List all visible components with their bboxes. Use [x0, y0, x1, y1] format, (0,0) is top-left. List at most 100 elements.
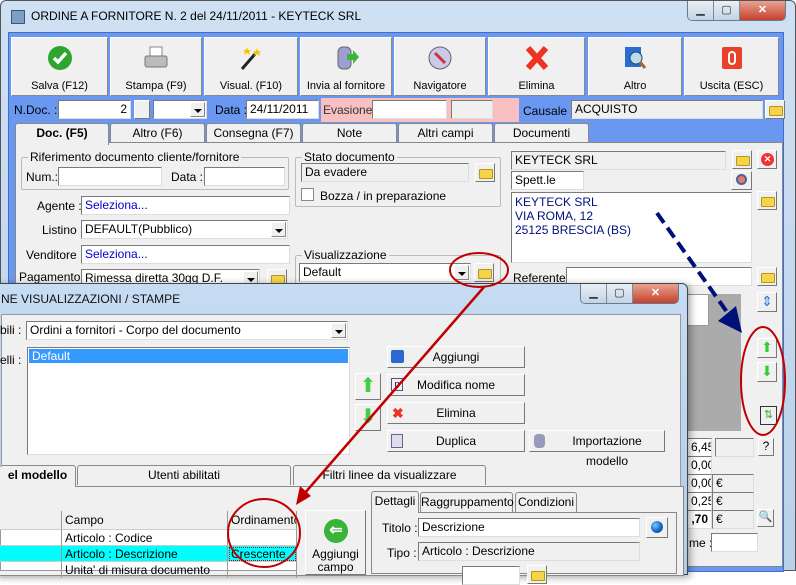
currency-3: € — [712, 474, 754, 493]
agente-input[interactable]: Seleziona... — [81, 196, 290, 215]
add-icon — [391, 350, 404, 363]
total-2: 0,00 — [687, 456, 712, 475]
date-input[interactable]: 24/11/2011 — [246, 100, 319, 119]
currency-5: € — [712, 510, 754, 529]
duplica-button[interactable]: Duplica — [387, 430, 525, 452]
close-button[interactable]: ✕ — [740, 1, 785, 20]
check-icon — [47, 46, 72, 70]
send-to-supplier-button[interactable]: Invia al fornitore — [300, 37, 392, 96]
navigator-button[interactable]: Navigatore — [394, 37, 486, 96]
stato-folder-icon[interactable] — [475, 163, 495, 182]
importazione-button[interactable]: Importazione modello — [529, 430, 665, 468]
elimina-modello-button[interactable]: ✖ Elimina — [387, 402, 525, 424]
tab-condizioni[interactable]: Condizioni — [515, 492, 577, 512]
move-up-button[interactable]: ⬆ — [757, 338, 777, 358]
duplicate-icon — [391, 434, 403, 448]
grid-cell-campo-selected[interactable]: Articolo : Descrizione — [62, 546, 228, 562]
tab-raggruppamento[interactable]: Raggruppamento — [420, 492, 514, 512]
modello-down-button[interactable]: ⬇ — [355, 404, 381, 431]
reorder-button[interactable]: ⇕ — [757, 292, 777, 312]
evasione-input[interactable] — [372, 100, 447, 119]
grid-cell-campo[interactable]: Unita' di misura documento — [62, 562, 228, 578]
tipo-select[interactable]: Ordini a fornitori - Corpo del documento — [26, 321, 348, 340]
print-button[interactable]: Stampa (F9) — [110, 37, 202, 96]
grid-cell-ordinamento[interactable] — [228, 562, 297, 578]
ndoc-series-select[interactable] — [153, 100, 207, 119]
listino-select[interactable]: DEFAULT(Pubblico) — [81, 220, 288, 239]
dialog-maximize-button[interactable]: ▢ — [607, 284, 633, 303]
tab-doc[interactable]: Doc. (F5) — [15, 123, 109, 145]
ndoc-input[interactable]: 2 — [58, 100, 131, 119]
grid-header-campo[interactable]: Campo — [62, 511, 228, 530]
listino-label: Listino : — [42, 223, 84, 237]
view-button[interactable]: Visual. (F10) — [204, 37, 298, 96]
move-down-button[interactable]: ⬇ — [757, 362, 777, 382]
chevron-down-icon — [271, 222, 286, 237]
fornitore-clear-button[interactable]: ✕ — [757, 150, 777, 169]
grid-cell-ordinamento[interactable] — [228, 530, 297, 546]
address-box[interactable]: KEYTECK SRL VIA ROMA, 12 25125 BRESCIA (… — [511, 192, 752, 263]
tab-note[interactable]: Note — [302, 123, 397, 143]
window-controls: ▁ ▢ ✕ — [687, 1, 786, 21]
minimize-button[interactable]: ▁ — [688, 1, 714, 20]
referente-folder-icon[interactable] — [757, 267, 777, 286]
dialog-close-button[interactable]: ✕ — [633, 284, 678, 303]
visualizzazione-folder-icon[interactable] — [474, 263, 494, 282]
dialog-minimize-button[interactable]: ▁ — [581, 284, 607, 303]
bozza-checkbox[interactable] — [301, 188, 314, 201]
aggiungi-button[interactable]: Aggiungi — [387, 346, 525, 368]
partial-input[interactable] — [462, 566, 520, 585]
help-button[interactable]: ? — [758, 438, 774, 456]
rif-data-input[interactable] — [204, 167, 285, 186]
modifica-nome-button[interactable]: n Modifica nome — [387, 374, 525, 396]
save-button[interactable]: Salva (F12) — [11, 37, 108, 96]
visualizzazione-select[interactable]: Default — [299, 263, 471, 282]
grid-header-ordinamento[interactable]: Ordinamento — [228, 511, 297, 530]
tab-altri-campi[interactable]: Altri campi — [398, 123, 493, 143]
chevron-down-icon — [190, 102, 205, 117]
other-button[interactable]: Altro — [588, 37, 682, 96]
causale-label: Causale : — [523, 104, 574, 118]
data-label: Data : — [215, 103, 248, 117]
rif-num-input[interactable] — [58, 167, 162, 186]
evasione-extra-input — [451, 100, 493, 119]
num-label: Num.: — [26, 170, 59, 184]
tab-utenti-abilitati[interactable]: Utenti abilitati — [77, 465, 291, 485]
partial-folder-icon[interactable] — [527, 565, 547, 584]
globe-button[interactable] — [646, 517, 668, 538]
dialog-title: NE VISUALIZZAZIONI / STAMPE — [1, 292, 181, 306]
titolo-input[interactable]: Spett.le — [511, 171, 584, 190]
modelli-item-default[interactable]: Default — [29, 349, 348, 363]
venditore-input[interactable]: Seleziona... — [81, 245, 290, 264]
causale-input[interactable]: ACQUISTO — [571, 100, 763, 119]
rename-icon: n — [391, 378, 403, 391]
tab-filtri-linee[interactable]: Filtri linee da visualizzare — [293, 465, 486, 485]
tab-modello[interactable]: el modello — [0, 465, 76, 487]
swap-button[interactable]: ⇅ — [760, 406, 777, 425]
titolo-input[interactable]: Descrizione — [418, 518, 640, 537]
app-icon — [11, 10, 25, 24]
magic-wand-icon — [240, 47, 261, 70]
tab-consegna[interactable]: Consegna (F7) — [206, 123, 301, 143]
causale-folder-icon[interactable] — [765, 100, 785, 119]
nome-input[interactable] — [711, 533, 758, 552]
exit-button[interactable]: Uscita (ESC) — [684, 37, 779, 96]
delete-button[interactable]: Elimina — [488, 37, 585, 96]
total-4: 0,25 — [687, 492, 712, 511]
modelli-list[interactable]: Default — [27, 347, 350, 455]
address-folder-icon[interactable] — [757, 191, 777, 210]
fornitore-name: KEYTECK SRL — [511, 151, 726, 170]
modello-up-button[interactable]: ⬆ — [355, 373, 381, 400]
maximize-button[interactable]: ▢ — [714, 1, 740, 20]
tab-documenti[interactable]: Documenti — [494, 123, 589, 143]
ndoc-button[interactable] — [134, 100, 150, 119]
grid-cell-campo[interactable]: Articolo : Codice — [62, 530, 228, 546]
tab-dettagli[interactable]: Dettagli — [371, 491, 419, 513]
zoom-total-button[interactable]: 🔍 — [757, 509, 774, 527]
aggiungi-campo-button[interactable]: ⇐ Aggiungi campo — [305, 510, 366, 575]
tab-altro[interactable]: Altro (F6) — [110, 123, 205, 143]
grid-cell-ordinamento-selected[interactable]: Crescente — [228, 546, 297, 562]
search-person-button[interactable] — [731, 171, 752, 190]
fornitore-folder-icon[interactable] — [732, 150, 752, 169]
swap-icon: ⇅ — [763, 409, 774, 421]
